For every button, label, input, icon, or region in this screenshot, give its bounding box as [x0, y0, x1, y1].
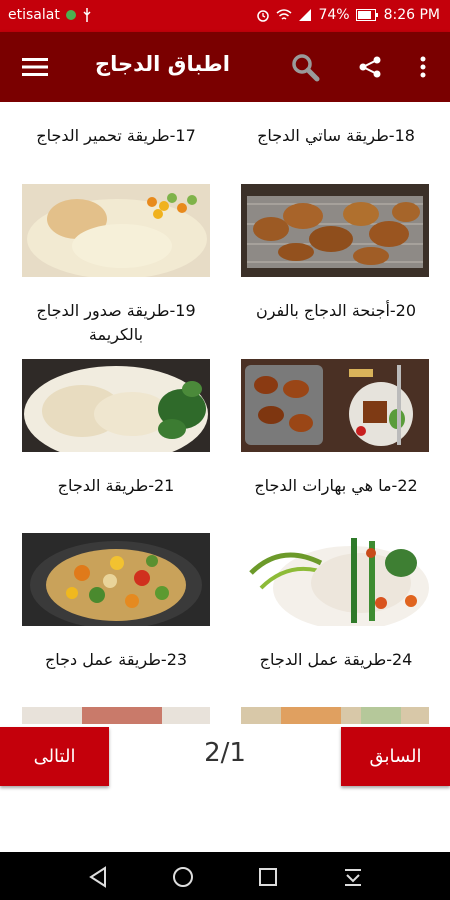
page-title: اطباق الدجاج — [95, 52, 230, 76]
home-icon[interactable] — [170, 864, 196, 890]
recipe-card-24[interactable]: 24-طريقة عمل الدجاج — [236, 648, 436, 672]
share-icon[interactable] — [353, 50, 387, 84]
recipe-card-18[interactable]: 18-طريقة ساتي الدجاج — [236, 124, 436, 148]
recipe-card-21[interactable]: 21-طريقة الدجاج — [16, 474, 216, 498]
recipe-image-21[interactable] — [22, 533, 210, 626]
recipe-card-23[interactable]: 23-طريقة عمل دجاج — [16, 648, 216, 672]
prev-button[interactable]: السابق — [341, 727, 450, 786]
recipe-title: 18-طريقة ساتي الدجاج — [257, 126, 415, 145]
recipe-image-20[interactable] — [241, 359, 429, 452]
recipe-card-17[interactable]: 17-طريقة تحمير الدجاج — [16, 124, 216, 148]
recipe-image-22[interactable] — [241, 533, 429, 626]
recipe-card-22[interactable]: 22-ما هي بهارات الدجاج — [236, 474, 436, 498]
status-dot-icon — [65, 10, 76, 20]
next-button-label: التالى — [33, 746, 76, 767]
recipe-image-17[interactable] — [22, 184, 210, 277]
alarm-icon — [257, 10, 270, 22]
battery-icon — [355, 9, 378, 21]
recipe-image-18[interactable] — [241, 184, 429, 277]
recipe-title: 22-ما هي بهارات الدجاج — [254, 476, 418, 495]
wifi-icon — [276, 9, 292, 20]
recipe-title: 20-أجنحة الدجاج بالفرن — [255, 301, 417, 320]
app-bar: اطباق الدجاج — [0, 32, 450, 102]
carrier-label: etisalat — [8, 7, 60, 23]
signal-icon — [299, 9, 312, 21]
recipe-image-25[interactable] — [22, 707, 210, 724]
recipe-card-19[interactable]: 19-طريقة صدور الدجاج بالكريمة — [16, 299, 216, 347]
more-vert-icon[interactable] — [406, 50, 440, 84]
back-icon[interactable] — [85, 864, 111, 890]
usb-icon — [83, 8, 91, 22]
status-bar: etisalat 74% 8:26 PM — [0, 0, 450, 32]
recipe-title: 19-طريقة صدور الدجاج بالكريمة — [36, 301, 196, 344]
pagination-bar: السابق 2/1 التالى — [0, 724, 450, 852]
recipe-image-26[interactable] — [241, 707, 429, 724]
recents-icon[interactable] — [255, 864, 281, 890]
recipe-card-20[interactable]: 20-أجنحة الدجاج بالفرن — [236, 299, 436, 323]
next-button[interactable]: التالى — [0, 727, 109, 786]
recipe-image-19[interactable] — [22, 359, 210, 452]
recipe-title: 24-طريقة عمل الدجاج — [259, 650, 413, 669]
system-nav-bar — [0, 852, 450, 900]
notification-pulldown-icon[interactable] — [340, 864, 366, 890]
recipe-title: 23-طريقة عمل دجاج — [44, 650, 188, 669]
prev-button-label: السابق — [369, 746, 422, 767]
hamburger-menu-icon[interactable] — [18, 50, 52, 84]
recipe-grid: 18-طريقة ساتي الدجاج 17-طريقة تحمير الدج… — [0, 102, 450, 724]
search-icon[interactable] — [288, 50, 322, 84]
recipe-title: 21-طريقة الدجاج — [57, 476, 175, 495]
clock: 8:26 PM — [383, 7, 440, 23]
battery-percent: 74% — [318, 7, 350, 23]
recipe-title: 17-طريقة تحمير الدجاج — [36, 126, 196, 145]
page-indicator: 2/1 — [204, 738, 246, 768]
